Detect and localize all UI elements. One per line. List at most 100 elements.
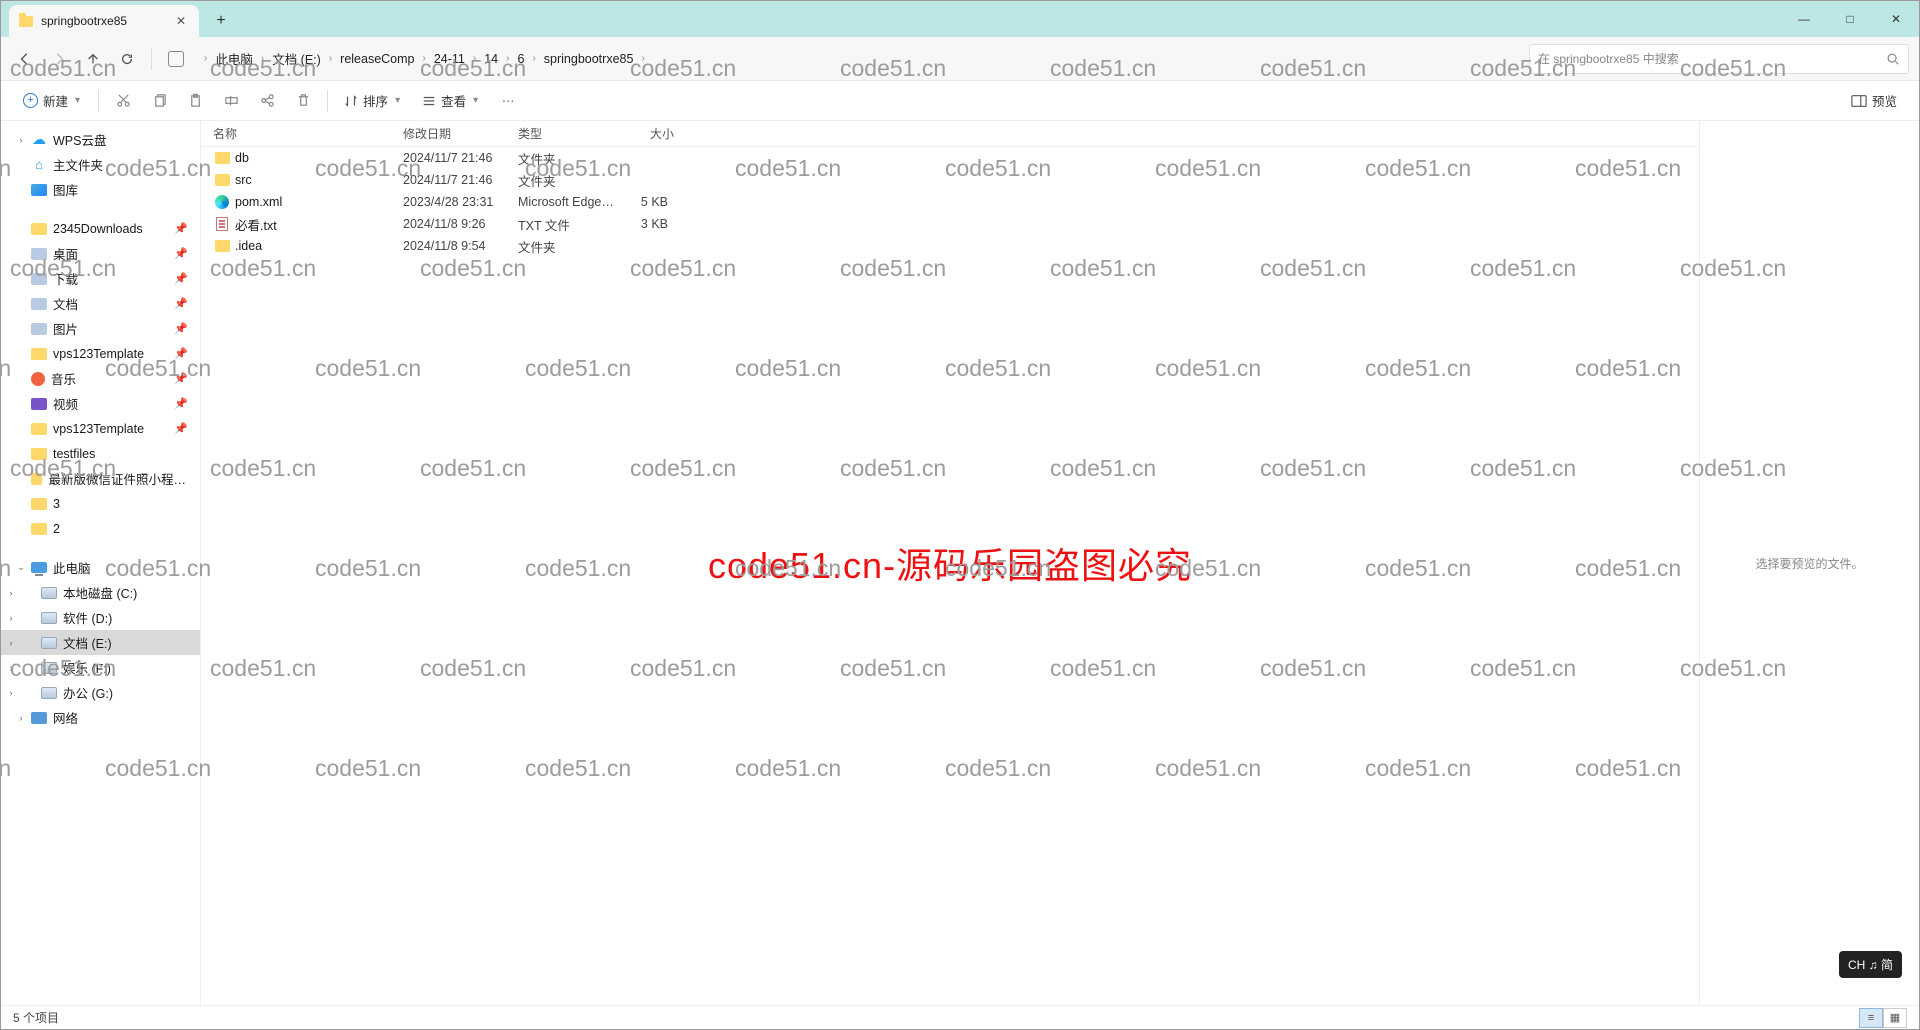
window-controls: — □ ✕ <box>1781 1 1919 37</box>
breadcrumb-segment[interactable]: springbootrxe85 <box>538 52 640 66</box>
window-tab[interactable]: springbootrxe85 ✕ <box>9 5 199 37</box>
col-name[interactable]: 名称 <box>213 125 403 142</box>
new-label: 新建 <box>43 91 68 110</box>
sidebar-item[interactable]: 2345Downloads📌 <box>1 216 200 241</box>
details-view-button[interactable]: ≡ <box>1859 1008 1883 1028</box>
cut-button[interactable] <box>107 86 139 116</box>
pin-icon: 📌 <box>174 247 194 260</box>
sidebar-item[interactable]: ›文档 (E:) <box>1 630 200 655</box>
sidebar-item[interactable]: 桌面📌 <box>1 241 200 266</box>
expand-icon[interactable]: › <box>5 613 17 623</box>
breadcrumb-segment[interactable]: 6 <box>511 52 530 66</box>
chevron-right-icon[interactable]: › <box>639 53 646 64</box>
sidebar-item-label: 此电脑 <box>53 558 91 577</box>
chevron-right-icon[interactable]: › <box>471 53 478 64</box>
preview-label: 预览 <box>1872 91 1897 110</box>
column-headers: 名称 修改日期 类型 大小 <box>201 121 1699 147</box>
sidebar-item[interactable]: 文档📌 <box>1 291 200 316</box>
search-placeholder: 在 springbootrxe85 中搜索 <box>1538 50 1679 67</box>
sidebar-item[interactable]: ›娱乐 (F:) <box>1 655 200 680</box>
sidebar-item[interactable]: ›本地磁盘 (C:) <box>1 580 200 605</box>
copy-button[interactable] <box>143 86 175 116</box>
col-size[interactable]: 大小 <box>614 125 674 142</box>
chevron-right-icon[interactable]: › <box>202 53 209 64</box>
sidebar-item[interactable]: ›☁WPS云盘 <box>1 127 200 152</box>
expand-icon[interactable]: › <box>5 688 17 698</box>
col-date[interactable]: 修改日期 <box>403 125 518 142</box>
file-row[interactable]: src2024/11/7 21:46文件夹 <box>201 169 1699 191</box>
up-button[interactable] <box>79 45 107 73</box>
close-button[interactable]: ✕ <box>1873 1 1919 37</box>
sidebar-item-label: 下载 <box>53 269 78 288</box>
refresh-button[interactable] <box>113 45 141 73</box>
expand-icon[interactable]: › <box>15 713 27 723</box>
files-icon <box>31 298 47 310</box>
folder-icon <box>31 473 42 485</box>
preview-button[interactable]: 预览 <box>1843 86 1905 116</box>
file-row[interactable]: 必看.txt2024/11/8 9:26TXT 文件3 KB <box>201 213 1699 235</box>
file-type: 文件夹 <box>518 149 614 168</box>
file-row[interactable]: pom.xml2023/4/28 23:31Microsoft Edge ...… <box>201 191 1699 213</box>
share-button[interactable] <box>251 86 283 116</box>
tab-close-button[interactable]: ✕ <box>173 13 189 29</box>
chevron-right-icon[interactable]: › <box>259 53 266 64</box>
sort-button[interactable]: 排序 ▾ <box>336 86 410 116</box>
sidebar-item[interactable]: testfiles <box>1 441 200 466</box>
file-row[interactable]: db2024/11/7 21:46文件夹 <box>201 147 1699 169</box>
forward-button[interactable] <box>45 45 73 73</box>
view-button[interactable]: 查看 ▾ <box>414 86 488 116</box>
sidebar-item[interactable]: 图片📌 <box>1 316 200 341</box>
sidebar-item[interactable]: vps123Template📌 <box>1 416 200 441</box>
sidebar-item[interactable]: ›办公 (G:) <box>1 680 200 705</box>
breadcrumb-segment[interactable]: 文档 (E:) <box>266 49 327 68</box>
paste-button[interactable] <box>179 86 211 116</box>
sidebar-item[interactable]: 音乐📌 <box>1 366 200 391</box>
expand-icon[interactable]: › <box>5 663 17 673</box>
chevron-right-icon[interactable]: › <box>530 53 537 64</box>
maximize-button[interactable]: □ <box>1827 1 1873 37</box>
breadcrumb-segment[interactable]: 14 <box>478 52 504 66</box>
col-type[interactable]: 类型 <box>518 125 614 142</box>
new-button[interactable]: + 新建 ▾ <box>15 86 90 116</box>
sidebar-item[interactable]: 下载📌 <box>1 266 200 291</box>
delete-button[interactable] <box>287 86 319 116</box>
expand-icon[interactable]: › <box>15 135 27 145</box>
breadcrumb-segment[interactable]: 此电脑 <box>209 49 259 68</box>
minimize-button[interactable]: — <box>1781 1 1827 37</box>
back-button[interactable] <box>11 45 39 73</box>
sidebar-item[interactable]: 图库 <box>1 177 200 202</box>
search-input[interactable]: 在 springbootrxe85 中搜索 <box>1529 44 1909 74</box>
sidebar-item[interactable]: 3 <box>1 491 200 516</box>
drive-icon <box>41 662 57 674</box>
expand-icon[interactable]: › <box>5 638 17 648</box>
thumbnails-view-button[interactable]: ▦ <box>1883 1008 1907 1028</box>
sidebar-item-label: vps123Template <box>53 347 144 361</box>
breadcrumb-segment[interactable]: 24-11 <box>428 52 471 66</box>
sidebar-item[interactable]: 视频📌 <box>1 391 200 416</box>
chevron-right-icon[interactable]: › <box>327 53 334 64</box>
drive-icon <box>41 687 57 699</box>
file-row[interactable]: .idea2024/11/8 9:54文件夹 <box>201 235 1699 257</box>
sidebar-item[interactable]: 最新版微信证件照小程序源码 带后台 <box>1 466 200 491</box>
breadcrumb-segment[interactable]: releaseComp <box>334 52 420 66</box>
sidebar-item[interactable]: ›网络 <box>1 705 200 730</box>
chevron-right-icon[interactable]: › <box>504 53 511 64</box>
sidebar-item[interactable]: 2 <box>1 516 200 541</box>
address-checkbox[interactable] <box>168 51 184 67</box>
expand-icon[interactable]: ⌄ <box>15 562 27 573</box>
ime-indicator[interactable]: CH ♫ 简 <box>1839 951 1902 978</box>
sidebar-item[interactable]: ⌂主文件夹 <box>1 152 200 177</box>
sidebar-item[interactable]: ›软件 (D:) <box>1 605 200 630</box>
breadcrumb[interactable]: ›此电脑›文档 (E:)›releaseComp›24-11›14›6›spri… <box>196 43 1523 75</box>
folder-icon <box>31 523 47 535</box>
more-button[interactable]: ⋯ <box>492 86 524 116</box>
sidebar-item[interactable]: ⌄ 此电脑 <box>1 555 200 580</box>
folder-icon <box>31 498 47 510</box>
pc-icon <box>31 562 47 573</box>
files-icon <box>31 323 47 335</box>
new-tab-button[interactable]: + <box>205 5 237 37</box>
sidebar-item[interactable]: vps123Template📌 <box>1 341 200 366</box>
rename-button[interactable] <box>215 86 247 116</box>
expand-icon[interactable]: › <box>5 588 17 598</box>
chevron-right-icon[interactable]: › <box>421 53 428 64</box>
